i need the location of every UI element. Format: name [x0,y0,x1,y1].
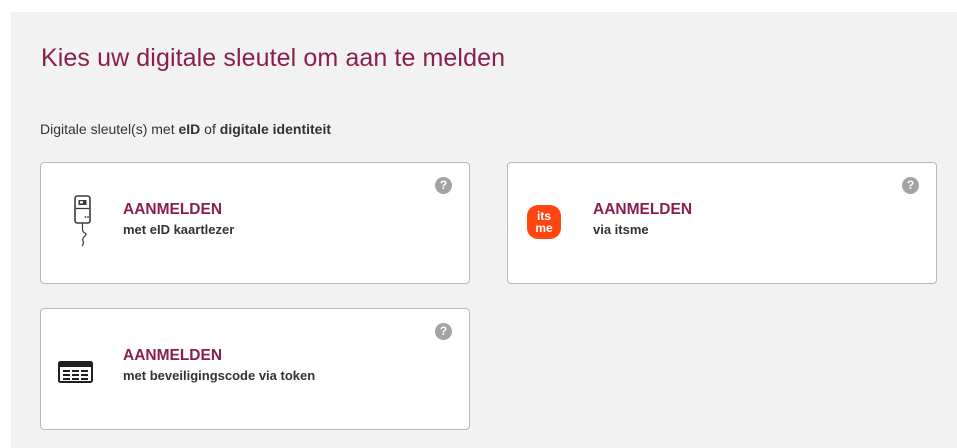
intro-prefix: Digitale sleutel(s) met [40,121,179,137]
page-title: Kies uw digitale sleutel om aan te melde… [41,44,506,72]
security-token-icon [58,361,93,388]
card-title: AANMELDEN [123,201,223,218]
eid-card-reader-icon [73,195,93,252]
login-option-itsme[interactable]: ? its me AANMELDEN via itsme [507,162,937,284]
intro-digital-identity: digitale identiteit [219,121,331,137]
help-icon[interactable]: ? [435,323,452,340]
intro-eid: eID [178,121,201,137]
itsme-logo-text-bottom: me [535,221,553,235]
card-text: AANMELDEN met eID kaartlezer [123,200,234,238]
login-option-eid-card-reader[interactable]: ? AANMELDEN met eID kaartlezer [40,162,470,284]
card-subtitle: met eID kaartlezer [123,222,235,237]
card-title: AANMELDEN [123,347,223,364]
card-title: AANMELDEN [593,201,693,218]
card-subtitle: met beveiligingscode via token [123,368,316,383]
login-option-security-token[interactable]: ? AANMELDEN met beveiligingscode via tok… [40,308,470,430]
intro-text: Digitale sleutel(s) met eID of digitale … [40,121,331,137]
card-subtitle: via itsme [593,222,649,237]
help-icon[interactable]: ? [435,177,452,194]
login-panel: Kies uw digitale sleutel om aan te melde… [11,12,957,448]
card-text: AANMELDEN met beveiligingscode via token [123,346,315,384]
intro-middle: of [200,121,220,137]
itsme-logo-icon: its me [527,205,561,244]
help-icon[interactable]: ? [902,177,919,194]
card-text: AANMELDEN via itsme [593,200,692,238]
